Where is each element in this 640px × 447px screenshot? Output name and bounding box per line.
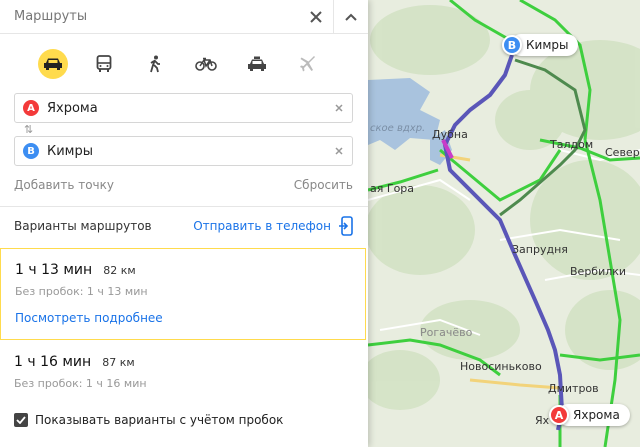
panel-header: Маршруты — [0, 0, 368, 34]
traffic-checkbox[interactable] — [14, 413, 28, 427]
to-badge: B — [23, 143, 39, 159]
from-badge: A — [23, 100, 39, 116]
route-1-details-link[interactable]: Посмотреть подробнее — [15, 311, 351, 325]
map-label-rogachevo: Рогачёво — [420, 326, 473, 339]
traffic-option-label: Показывать варианты с учётом пробок — [35, 413, 284, 427]
routes-panel: Маршруты A Яхрома ⇅ B Кимры Добавить точ… — [0, 0, 368, 447]
to-field[interactable]: B Кимры — [14, 136, 353, 166]
add-point-link[interactable]: Добавить точку — [14, 178, 114, 192]
taxi-icon — [248, 56, 266, 71]
variants-label: Варианты маршрутов — [14, 219, 152, 233]
map-label-taldom: Талдом — [550, 138, 594, 151]
map-label-yakhroma: Ях — [535, 414, 550, 427]
route-1-distance: 82 км — [103, 264, 136, 277]
map-label-verbilki: Вербилки — [570, 265, 627, 278]
transport-modes — [0, 34, 368, 94]
route-2-time: 1 ч 16 мин — [14, 354, 92, 370]
reset-link[interactable]: Сбросить — [294, 178, 353, 192]
mode-car-button[interactable] — [38, 49, 68, 79]
checkmark-icon — [16, 416, 26, 424]
bicycle-icon — [195, 57, 217, 71]
route-1-no-traffic: Без пробок: 1 ч 13 мин — [15, 285, 148, 298]
mode-plane-button[interactable] — [293, 49, 323, 79]
route-option-2[interactable]: 1 ч 16 мин 87 км Без пробок: 1 ч 16 мин — [0, 341, 366, 401]
close-icon — [310, 10, 322, 23]
close-button[interactable] — [299, 0, 333, 34]
map-label-novosinkovo: Новосиньково — [460, 360, 542, 373]
swap-points-button[interactable]: ⇅ — [24, 123, 33, 136]
map-label-dubna: Дубна — [432, 128, 468, 141]
chevron-up-icon — [345, 13, 357, 21]
bus-icon — [96, 55, 112, 72]
from-input[interactable]: Яхрома — [47, 101, 326, 116]
mode-transit-button[interactable] — [89, 49, 119, 79]
route-2-distance: 87 км — [102, 356, 135, 369]
send-to-phone-link[interactable]: Отправить в телефон — [193, 219, 331, 233]
route-start-pin[interactable]: A Яхрома — [549, 404, 630, 426]
traffic-option[interactable]: Показывать варианты с учётом пробок — [14, 413, 283, 427]
mode-taxi-button[interactable] — [242, 49, 272, 79]
car-icon — [44, 58, 62, 70]
mode-walk-button[interactable] — [140, 49, 170, 79]
section-divider — [0, 206, 368, 207]
swap-icon: ⇅ — [24, 123, 34, 136]
map-label-dmitrov: Дмитров — [548, 382, 599, 395]
route-1-time: 1 ч 13 мин — [15, 262, 93, 278]
map-label-gora: ая Гора — [370, 182, 415, 195]
route-2-no-traffic: Без пробок: 1 ч 16 мин — [14, 377, 147, 390]
phone-icon[interactable] — [339, 216, 353, 236]
pin-a-badge: A — [549, 405, 569, 425]
pin-b-badge: B — [502, 35, 522, 55]
map-label-zaprudnya: Запрудня — [512, 243, 568, 256]
point-actions: Добавить точку Сбросить — [14, 178, 353, 192]
to-input[interactable]: Кимры — [47, 144, 326, 159]
clear-to-button[interactable] — [326, 137, 352, 165]
clear-from-button[interactable] — [326, 94, 352, 122]
from-field[interactable]: A Яхрома — [14, 93, 353, 123]
panel-title: Маршруты — [14, 9, 88, 24]
plane-icon — [300, 56, 315, 72]
route-option-1[interactable]: 1 ч 13 мин 82 км Без пробок: 1 ч 13 мин … — [0, 248, 366, 340]
route-end-pin[interactable]: B Кимры — [502, 34, 579, 56]
clear-icon — [335, 104, 343, 112]
collapse-button[interactable] — [334, 0, 368, 34]
mode-bike-button[interactable] — [191, 49, 221, 79]
pedestrian-icon — [150, 55, 160, 73]
map-label-reservoir: ское вдхр. — [370, 123, 426, 134]
map-label-severny: Северн — [605, 146, 640, 159]
variants-header: Варианты маршрутов Отправить в телефон — [14, 216, 353, 236]
clear-icon — [335, 147, 343, 155]
